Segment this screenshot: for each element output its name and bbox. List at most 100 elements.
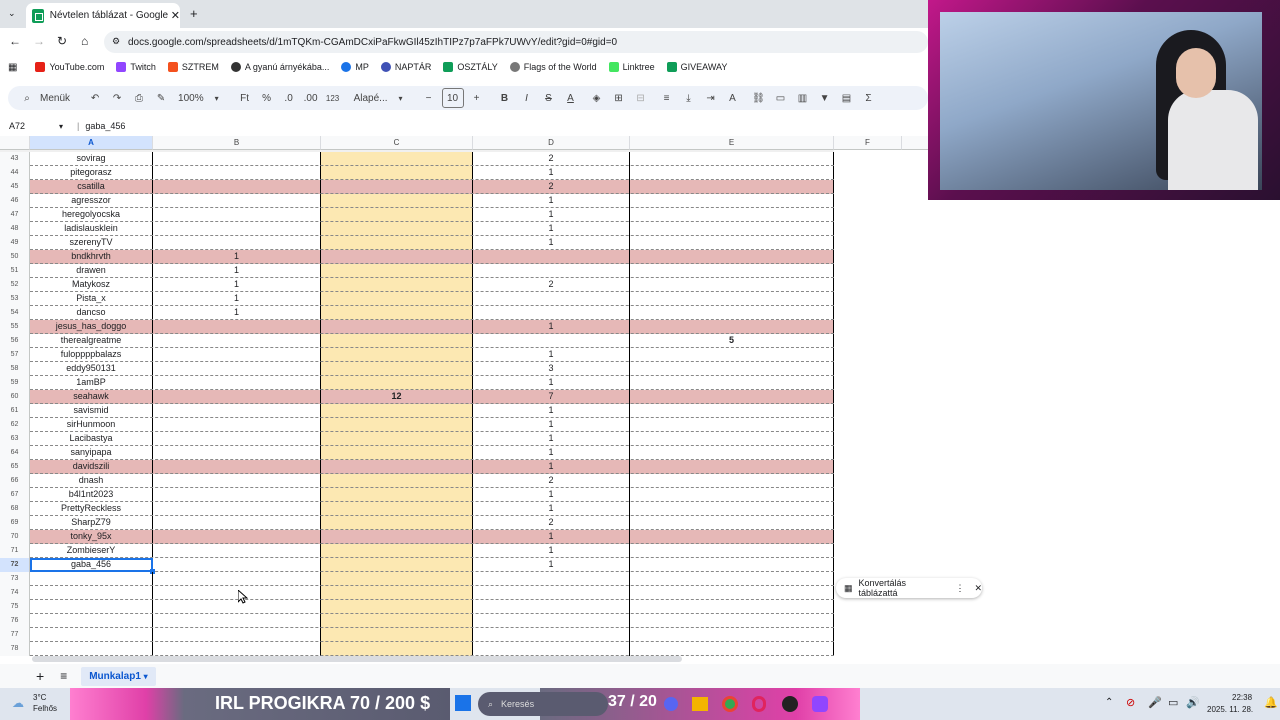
cell-e[interactable] xyxy=(630,558,834,572)
bookmark-twitch[interactable]: Twitch xyxy=(116,62,156,72)
cell-d[interactable]: 1 xyxy=(473,460,630,474)
row-number[interactable]: 76 xyxy=(0,614,30,628)
cell-a[interactable]: PrettyReckless xyxy=(30,502,153,516)
row-number[interactable]: 53 xyxy=(0,292,30,306)
add-sheet-icon[interactable]: + xyxy=(36,668,44,684)
cell-d[interactable]: 1 xyxy=(473,236,630,250)
column-header-e[interactable]: E xyxy=(630,136,834,150)
bookmark-gyanu[interactable]: A gyanú árnyékába... xyxy=(230,62,329,72)
cell-a[interactable]: savismid xyxy=(30,404,153,418)
cell-b[interactable] xyxy=(153,180,321,194)
notification-icon[interactable]: 🔔 xyxy=(1264,696,1278,709)
cell-c[interactable] xyxy=(321,404,473,418)
row-number[interactable]: 69 xyxy=(0,516,30,530)
cell-e[interactable] xyxy=(630,152,834,166)
cell-d[interactable] xyxy=(473,586,630,600)
cell-b[interactable] xyxy=(153,348,321,362)
row-number[interactable]: 50 xyxy=(0,250,30,264)
increase-decimal-button[interactable]: .00 xyxy=(302,88,320,108)
cell-d[interactable] xyxy=(473,334,630,348)
row-number[interactable]: 56 xyxy=(0,334,30,348)
cell-e[interactable] xyxy=(630,474,834,488)
filter-views-icon[interactable]: ▤ xyxy=(838,88,856,108)
cell-a[interactable]: seahawk xyxy=(30,390,153,404)
row-number[interactable]: 49 xyxy=(0,236,30,250)
cell-d[interactable]: 3 xyxy=(473,362,630,376)
functions-icon[interactable]: Σ xyxy=(860,88,878,108)
row-number[interactable]: 68 xyxy=(0,502,30,516)
column-header-d[interactable]: D xyxy=(473,136,630,150)
cell-b[interactable] xyxy=(153,572,321,586)
filter-icon[interactable]: ▼ xyxy=(816,88,834,108)
cell-c[interactable] xyxy=(321,278,473,292)
cell-b[interactable]: 1 xyxy=(153,292,321,306)
merge-cells-icon[interactable]: ⊟ xyxy=(632,88,650,108)
home-icon[interactable]: ⌂ xyxy=(81,34,88,48)
bookmark-youtube[interactable]: YouTube.com xyxy=(35,62,104,72)
cell-e[interactable] xyxy=(630,628,834,642)
cell-e[interactable] xyxy=(630,362,834,376)
cell-a[interactable]: dancso xyxy=(30,306,153,320)
cell-a[interactable]: 1amBP xyxy=(30,376,153,390)
link-icon[interactable]: ⛓ xyxy=(750,88,768,108)
bookmark-osztaly[interactable]: OSZTÁLY xyxy=(443,62,498,72)
row-number[interactable]: 64 xyxy=(0,446,30,460)
cell-a[interactable]: ZombieserY xyxy=(30,544,153,558)
cell-a[interactable] xyxy=(30,572,153,586)
cell-d[interactable]: 7 xyxy=(473,390,630,404)
cell-e[interactable] xyxy=(630,222,834,236)
row-number[interactable]: 58 xyxy=(0,362,30,376)
cell-c[interactable] xyxy=(321,516,473,530)
cell-d[interactable]: 2 xyxy=(473,278,630,292)
cell-b[interactable] xyxy=(153,194,321,208)
strikethrough-icon[interactable]: S xyxy=(540,88,558,108)
tab-list-icon[interactable]: ⌄ xyxy=(8,8,16,19)
cell-a[interactable] xyxy=(30,642,153,656)
cell-b[interactable] xyxy=(153,320,321,334)
cell-e[interactable] xyxy=(630,180,834,194)
forward-icon[interactable]: → xyxy=(33,34,45,48)
redo-icon[interactable]: ↷ xyxy=(108,88,126,108)
cell-a[interactable]: sovirag xyxy=(30,152,153,166)
cell-a[interactable] xyxy=(30,600,153,614)
bookmark-flags[interactable]: Flags of the World xyxy=(509,62,597,72)
cell-b[interactable] xyxy=(153,474,321,488)
cell-e[interactable] xyxy=(630,348,834,362)
currency-button[interactable]: Ft xyxy=(236,88,254,108)
close-icon[interactable]: ✕ xyxy=(974,583,982,594)
cell-c[interactable] xyxy=(321,166,473,180)
cell-e[interactable] xyxy=(630,586,834,600)
bookmark-linktree[interactable]: Linktree xyxy=(608,62,655,72)
cell-e[interactable] xyxy=(630,278,834,292)
cell-b[interactable] xyxy=(153,544,321,558)
row-number[interactable]: 72 xyxy=(0,558,30,572)
comment-icon[interactable]: ▭ xyxy=(772,88,790,108)
cell-e[interactable] xyxy=(630,642,834,656)
chrome-icon[interactable] xyxy=(722,696,738,712)
cell-d[interactable]: 2 xyxy=(473,474,630,488)
cell-c[interactable] xyxy=(321,376,473,390)
cell-b[interactable] xyxy=(153,558,321,572)
cell-c[interactable] xyxy=(321,250,473,264)
cell-c[interactable] xyxy=(321,446,473,460)
cell-e[interactable] xyxy=(630,488,834,502)
url-field[interactable]: ⚙ docs.google.com/spreadsheets/d/1mTQKm-… xyxy=(104,31,928,53)
cell-b[interactable]: 1 xyxy=(153,250,321,264)
row-number[interactable]: 47 xyxy=(0,208,30,222)
cell-e[interactable] xyxy=(630,292,834,306)
cell-b[interactable] xyxy=(153,446,321,460)
more-options-icon[interactable]: ⋮ xyxy=(955,583,964,594)
select-all-corner[interactable] xyxy=(0,136,30,150)
cell-c[interactable] xyxy=(321,194,473,208)
vertical-align-icon[interactable]: ⤓ xyxy=(680,88,698,108)
cell-d[interactable]: 1 xyxy=(473,558,630,572)
bookmark-mp[interactable]: MP xyxy=(341,62,369,72)
cell-d[interactable]: 1 xyxy=(473,446,630,460)
discord-icon[interactable] xyxy=(664,697,678,711)
microphone-icon[interactable]: 🎤 xyxy=(1148,696,1162,709)
font-select[interactable]: Alapé... xyxy=(354,88,388,108)
cell-d[interactable] xyxy=(473,600,630,614)
row-number[interactable]: 67 xyxy=(0,488,30,502)
convert-to-table-chip[interactable]: ▦ Konvertálás táblázattá ⋮ ✕ xyxy=(836,578,982,598)
browser-tab[interactable]: Névtelen táblázat - Google Táb ✕ xyxy=(26,3,180,28)
